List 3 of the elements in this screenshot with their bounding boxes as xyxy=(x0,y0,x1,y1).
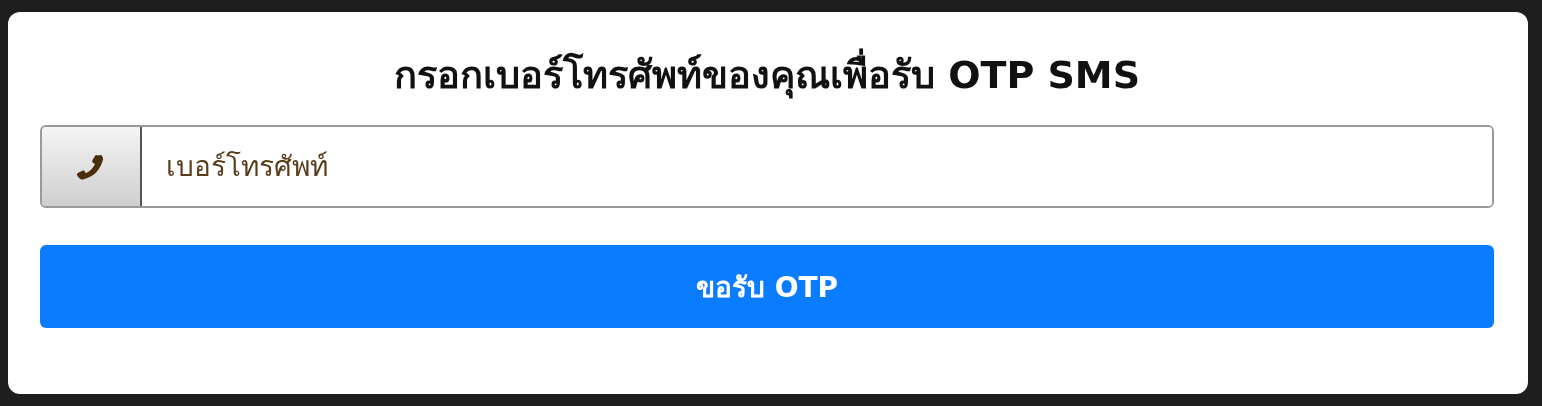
phone-field[interactable]: เบอร์โทรศัพท์ xyxy=(40,125,1494,208)
page-title: กรอกเบอร์โทรศัพท์ของคุณเพื่อรับ OTP SMS xyxy=(393,42,1141,108)
request-otp-button[interactable]: ขอรับ OTP xyxy=(40,245,1494,328)
